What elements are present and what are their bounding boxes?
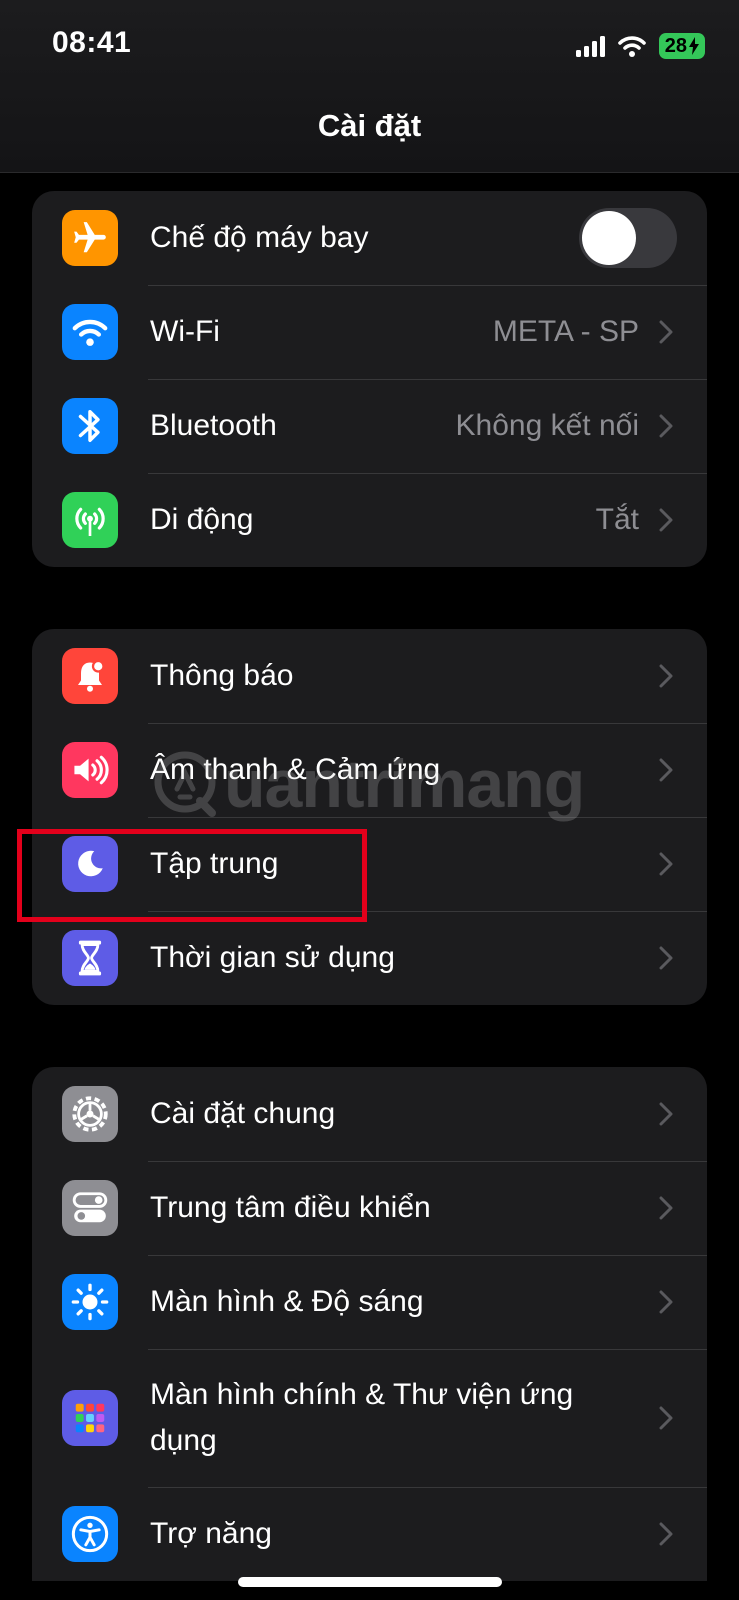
chevron-right-icon (655, 756, 677, 784)
chevron-right-icon (655, 318, 677, 346)
settings-row-home-screen-app-library[interactable]: Màn hình chính & Thư viện ứng dụng (32, 1349, 707, 1487)
row-label: Trợ năng (150, 1517, 272, 1550)
battery-indicator: 28 (658, 33, 705, 59)
settings-row-control-center[interactable]: Trung tâm điều khiển (32, 1161, 707, 1255)
home-indicator[interactable] (238, 1577, 502, 1587)
chevron-right-icon (655, 1288, 677, 1316)
settings-row-notifications[interactable]: Thông báo (32, 629, 707, 723)
sun-icon (62, 1274, 118, 1330)
cellular-antenna-icon (62, 492, 118, 548)
row-label: Màn hình & Độ sáng (150, 1285, 424, 1318)
cellular-status-value: Tắt (595, 503, 639, 536)
status-time: 08:41 (52, 26, 132, 59)
speaker-icon (62, 742, 118, 798)
app-grid-icon (62, 1390, 118, 1446)
connectivity-group: Chế độ máy bay Wi-Fi META - SP Bluetooth… (32, 191, 707, 567)
chevron-right-icon (655, 1404, 677, 1432)
airplane-mode-toggle[interactable] (579, 208, 677, 268)
chevron-right-icon (655, 506, 677, 534)
settings-row-bluetooth[interactable]: Bluetooth Không kết nối (32, 379, 707, 473)
row-label: Wi-Fi (150, 315, 220, 348)
navigation-bar: 08:41 28 Cài đặt (0, 0, 739, 173)
bluetooth-icon (62, 398, 118, 454)
row-label: Thông báo (150, 659, 294, 692)
wifi-status-icon (617, 36, 646, 57)
highlight-annotation-box (17, 829, 367, 922)
cellular-signal-icon (575, 35, 605, 57)
settings-row-screen-time[interactable]: Thời gian sử dụng (32, 911, 707, 1005)
chevron-right-icon (655, 1194, 677, 1222)
row-label: Âm thanh & Cảm ứng (150, 753, 441, 786)
notification-bell-icon (62, 648, 118, 704)
settings-row-wifi[interactable]: Wi-Fi META - SP (32, 285, 707, 379)
settings-row-general[interactable]: Cài đặt chung (32, 1067, 707, 1161)
settings-row-sounds-haptics[interactable]: Âm thanh & Cảm ứng (32, 723, 707, 817)
row-label: Chế độ máy bay (150, 221, 369, 254)
status-icons: 28 (575, 30, 705, 62)
wifi-icon (62, 304, 118, 360)
row-label: Cài đặt chung (150, 1097, 336, 1130)
gear-icon (62, 1086, 118, 1142)
settings-row-cellular[interactable]: Di động Tắt (32, 473, 707, 567)
row-label: Thời gian sử dụng (150, 941, 395, 974)
control-switches-icon (62, 1180, 118, 1236)
accessibility-icon (62, 1506, 118, 1562)
row-label: Di động (150, 503, 254, 536)
charging-bolt-icon (689, 37, 699, 55)
row-label: Màn hình chính & Thư viện ứng dụng (150, 1378, 574, 1457)
chevron-right-icon (655, 1100, 677, 1128)
settings-row-display-brightness[interactable]: Màn hình & Độ sáng (32, 1255, 707, 1349)
chevron-right-icon (655, 944, 677, 972)
row-label: Bluetooth (150, 409, 277, 442)
settings-row-accessibility[interactable]: Trợ năng (32, 1487, 707, 1581)
chevron-right-icon (655, 850, 677, 878)
row-label: Trung tâm điều khiển (150, 1191, 431, 1224)
airplane-icon (62, 210, 118, 266)
general-group: Cài đặt chung Trung tâm điều khiển Màn h… (32, 1067, 707, 1581)
chevron-right-icon (655, 662, 677, 690)
notifications-group: Thông báo Âm thanh & Cảm ứng Tập trung T… (32, 629, 707, 1005)
chevron-right-icon (655, 1520, 677, 1548)
bluetooth-status-value: Không kết nối (455, 409, 639, 442)
page-title: Cài đặt (317, 108, 422, 143)
chevron-right-icon (655, 412, 677, 440)
battery-level: 28 (664, 35, 687, 57)
wifi-network-value: META - SP (492, 315, 639, 348)
settings-row-airplane-mode[interactable]: Chế độ máy bay (32, 191, 707, 285)
hourglass-icon (62, 930, 118, 986)
